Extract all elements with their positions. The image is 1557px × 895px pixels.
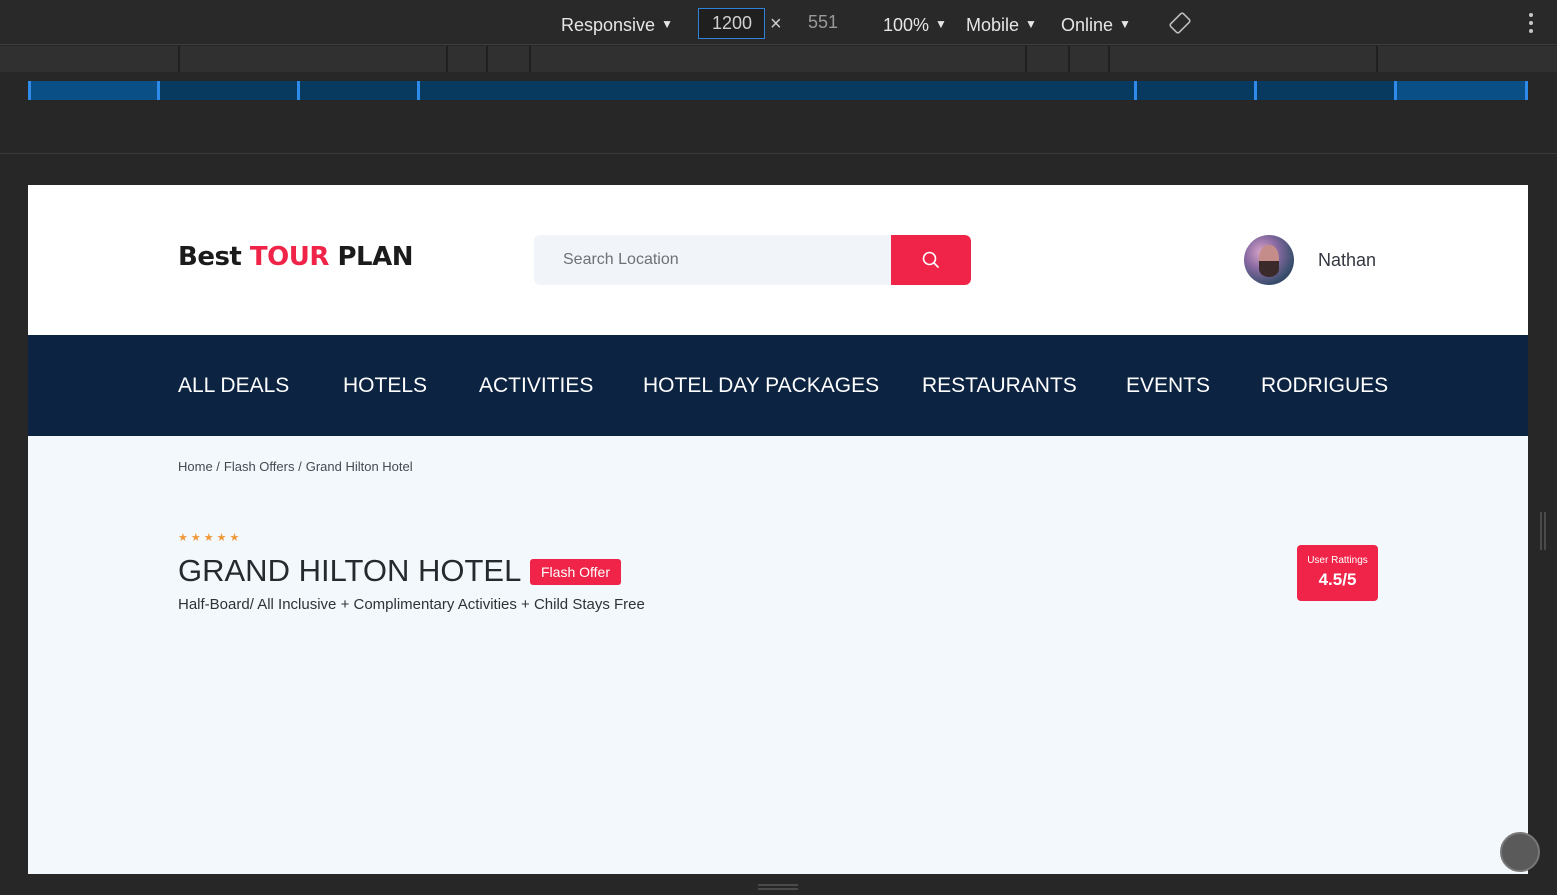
site-header: Best TOUR PLAN Nathan bbox=[28, 185, 1528, 335]
page-title: GRAND HILTON HOTEL bbox=[178, 553, 522, 588]
hotel-subtitle: Half-Board/ All Inclusive + Complimentar… bbox=[178, 596, 645, 613]
nav-item-hotel-day-packages[interactable]: HOTEL DAY PACKAGES bbox=[643, 374, 879, 398]
throttle-device-label: Mobile bbox=[966, 15, 1020, 35]
resize-handle-right[interactable] bbox=[1540, 512, 1546, 550]
rotate-icon[interactable] bbox=[1168, 11, 1192, 35]
viewport-width-input[interactable]: 1200 bbox=[698, 8, 765, 39]
media-query-bar[interactable] bbox=[28, 81, 1528, 100]
rating-value: 4.5/5 bbox=[1318, 570, 1357, 589]
user-rating-badge: User Rattings 4.5/5 bbox=[1297, 545, 1378, 601]
site-logo[interactable]: Best TOUR PLAN bbox=[178, 242, 413, 272]
device-mode-label: Responsive bbox=[561, 15, 656, 35]
breadcrumb-home[interactable]: Home / bbox=[178, 459, 220, 474]
viewport-height-input[interactable]: 551 bbox=[808, 12, 838, 33]
nav-item-activities[interactable]: ACTIVITIES bbox=[479, 374, 593, 398]
flash-offer-badge: Flash Offer bbox=[530, 559, 621, 585]
search-icon bbox=[922, 251, 939, 268]
chevron-down-icon: ▼ bbox=[661, 17, 673, 31]
breadcrumb-current: Grand Hilton Hotel bbox=[305, 459, 413, 474]
logo-text-plan: PLAN bbox=[328, 242, 413, 272]
device-mode-dropdown[interactable]: Responsive ▼ bbox=[561, 12, 673, 37]
floating-action-button[interactable] bbox=[1500, 832, 1540, 872]
network-dropdown[interactable]: Online ▼ bbox=[1061, 12, 1131, 37]
ruler-divider bbox=[0, 153, 1557, 154]
main-nav: ALL DEALS HOTELS ACTIVITIES HOTEL DAY PA… bbox=[28, 335, 1528, 436]
chevron-down-icon: ▼ bbox=[1025, 17, 1037, 31]
nav-item-all-deals[interactable]: ALL DEALS bbox=[178, 374, 289, 398]
devtools-device-toolbar: Responsive ▼ 1200 × 551 100% ▼ Mobile ▼ Onl… bbox=[0, 0, 1557, 45]
nav-item-restaurants[interactable]: RESTAURANTS bbox=[922, 374, 1077, 398]
logo-text-tour: TOUR bbox=[249, 242, 329, 272]
nav-item-events[interactable]: EVENTS bbox=[1126, 374, 1210, 398]
page-viewport: Best TOUR PLAN Nathan ALL DEALS HOTELS A… bbox=[28, 185, 1528, 874]
chevron-down-icon: ▼ bbox=[935, 17, 947, 31]
resize-handle-bottom[interactable] bbox=[758, 884, 798, 890]
logo-text-best: Best bbox=[178, 242, 250, 272]
avatar[interactable] bbox=[1244, 235, 1294, 285]
chevron-down-icon: ▼ bbox=[1119, 17, 1131, 31]
breadcrumb: Home / Flash Offers / Grand Hilton Hotel bbox=[178, 459, 417, 474]
search-input[interactable] bbox=[534, 235, 891, 285]
breadcrumb-flash-offers[interactable]: Flash Offers / bbox=[224, 459, 302, 474]
user-name[interactable]: Nathan bbox=[1318, 250, 1376, 271]
rating-label: User Rattings bbox=[1307, 555, 1368, 566]
zoom-dropdown[interactable]: 100% ▼ bbox=[883, 12, 947, 37]
throttle-device-dropdown[interactable]: Mobile ▼ bbox=[966, 12, 1037, 37]
media-query-ruler bbox=[0, 46, 1557, 72]
search-button[interactable] bbox=[891, 235, 971, 285]
star-rating: ★★★★★ bbox=[178, 531, 243, 544]
dimension-separator: × bbox=[770, 13, 782, 35]
nav-item-rodrigues[interactable]: RODRIGUES bbox=[1261, 374, 1388, 398]
zoom-label: 100% bbox=[883, 15, 930, 35]
more-options-icon[interactable] bbox=[1526, 12, 1536, 36]
nav-item-hotels[interactable]: HOTELS bbox=[343, 374, 427, 398]
network-label: Online bbox=[1061, 15, 1114, 35]
search-box bbox=[534, 235, 971, 285]
